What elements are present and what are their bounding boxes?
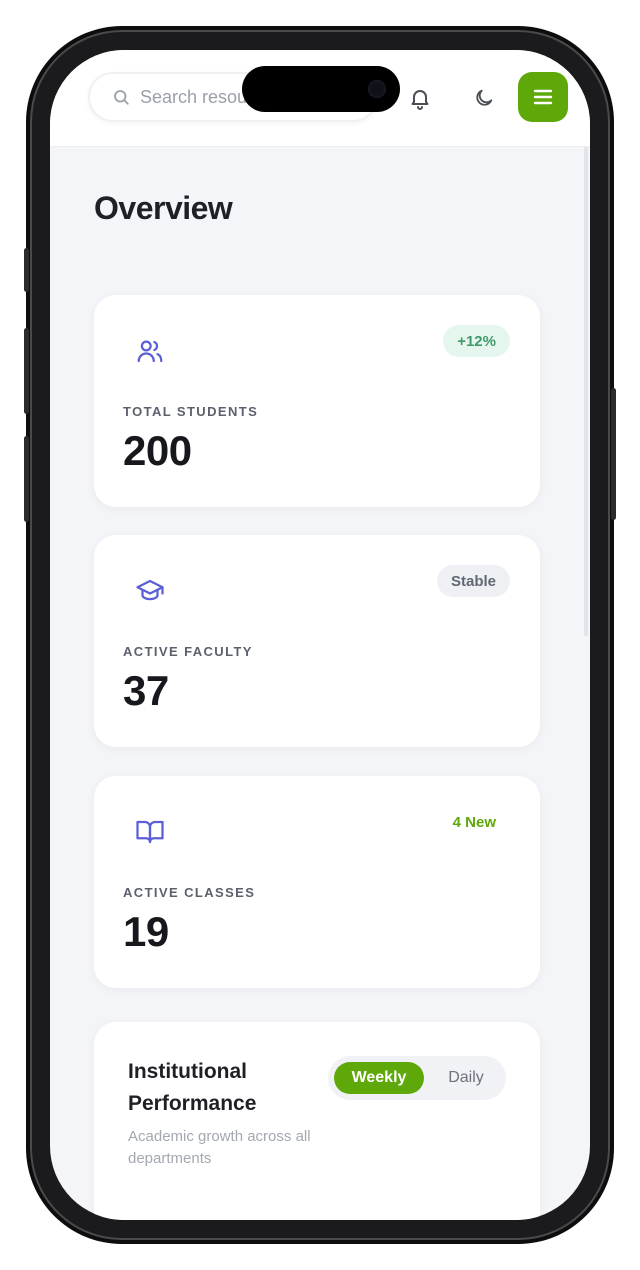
hamburger-menu-icon [533, 89, 553, 105]
search-icon [114, 90, 129, 105]
action-button [24, 248, 29, 292]
performance-title: Institutional Performance [128, 1060, 257, 1115]
volume-down-button [24, 436, 29, 522]
stat-label: ACTIVE FACULTY [123, 644, 253, 659]
screen: Search resources... Overview +12% TOTAL … [50, 50, 590, 1220]
period-toggle: Weekly Daily [328, 1056, 506, 1100]
stat-card-active-faculty: Stable ACTIVE FACULTY 37 [94, 535, 540, 747]
new-badge: 4 New [452, 813, 496, 831]
menu-button[interactable] [518, 72, 568, 122]
toggle-weekly[interactable]: Weekly [334, 1062, 424, 1094]
stat-label: ACTIVE CLASSES [123, 885, 256, 900]
graduation-cap-icon [136, 579, 164, 601]
phone-frame: Search resources... Overview +12% TOTAL … [24, 30, 616, 1240]
trend-badge: +12% [443, 325, 510, 357]
stat-label: TOTAL STUDENTS [123, 404, 259, 419]
status-badge: Stable [436, 565, 510, 597]
stat-card-active-classes: 4 New ACTIVE CLASSES 19 [94, 776, 540, 988]
performance-card: Institutional Performance Academic growt… [94, 1022, 540, 1220]
toggle-daily[interactable]: Daily [432, 1062, 500, 1094]
dynamic-island [242, 66, 400, 112]
performance-subtitle: Academic growth across all departments [128, 1128, 311, 1167]
moon-icon [476, 89, 493, 106]
stat-value: 200 [123, 427, 192, 474]
stat-value: 37 [123, 667, 169, 714]
book-open-icon [136, 820, 164, 844]
page-title: Overview [94, 190, 233, 226]
volume-up-button [24, 328, 29, 414]
stat-value: 19 [123, 908, 169, 955]
bell-icon [411, 90, 429, 110]
notifications-button[interactable] [406, 84, 434, 112]
users-icon [137, 340, 163, 363]
power-button [611, 388, 616, 520]
scrollbar[interactable] [584, 146, 588, 636]
stat-card-total-students: +12% TOTAL STUDENTS 200 [94, 295, 540, 507]
theme-toggle-button[interactable] [470, 84, 498, 112]
